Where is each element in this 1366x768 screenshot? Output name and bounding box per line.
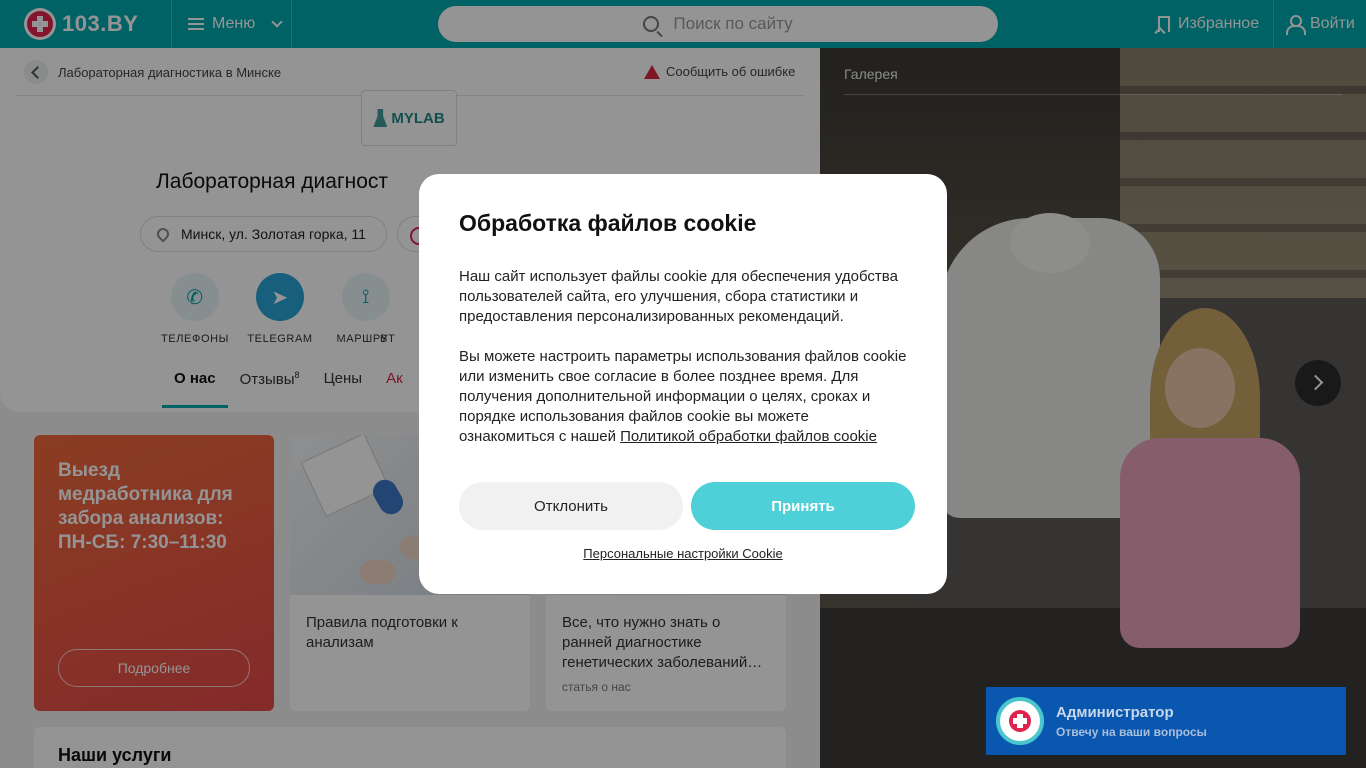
personal-settings-link[interactable]: Персональные настройки Cookie <box>419 546 947 561</box>
cookie-dialog: Обработка файлов cookie Наш сайт использ… <box>419 174 947 594</box>
chat-subtitle: Отвечу на ваши вопросы <box>1056 724 1207 739</box>
chat-widget[interactable]: Администратор Отвечу на ваши вопросы <box>986 687 1346 755</box>
cookie-paragraph-2: Вы можете настроить параметры использова… <box>459 347 907 447</box>
chat-title: Администратор <box>1056 703 1174 721</box>
accept-button[interactable]: Принять <box>691 482 915 530</box>
cookie-dialog-title: Обработка файлов cookie <box>459 210 757 236</box>
cookie-policy-link[interactable]: Политикой обработки файлов cookie <box>620 428 877 445</box>
decline-button[interactable]: Отклонить <box>459 482 683 530</box>
cookie-button-row: Отклонить Принять <box>459 482 915 530</box>
cookie-paragraph-1: Наш сайт использует файлы cookie для обе… <box>459 268 898 325</box>
chat-avatar-icon <box>996 697 1044 745</box>
